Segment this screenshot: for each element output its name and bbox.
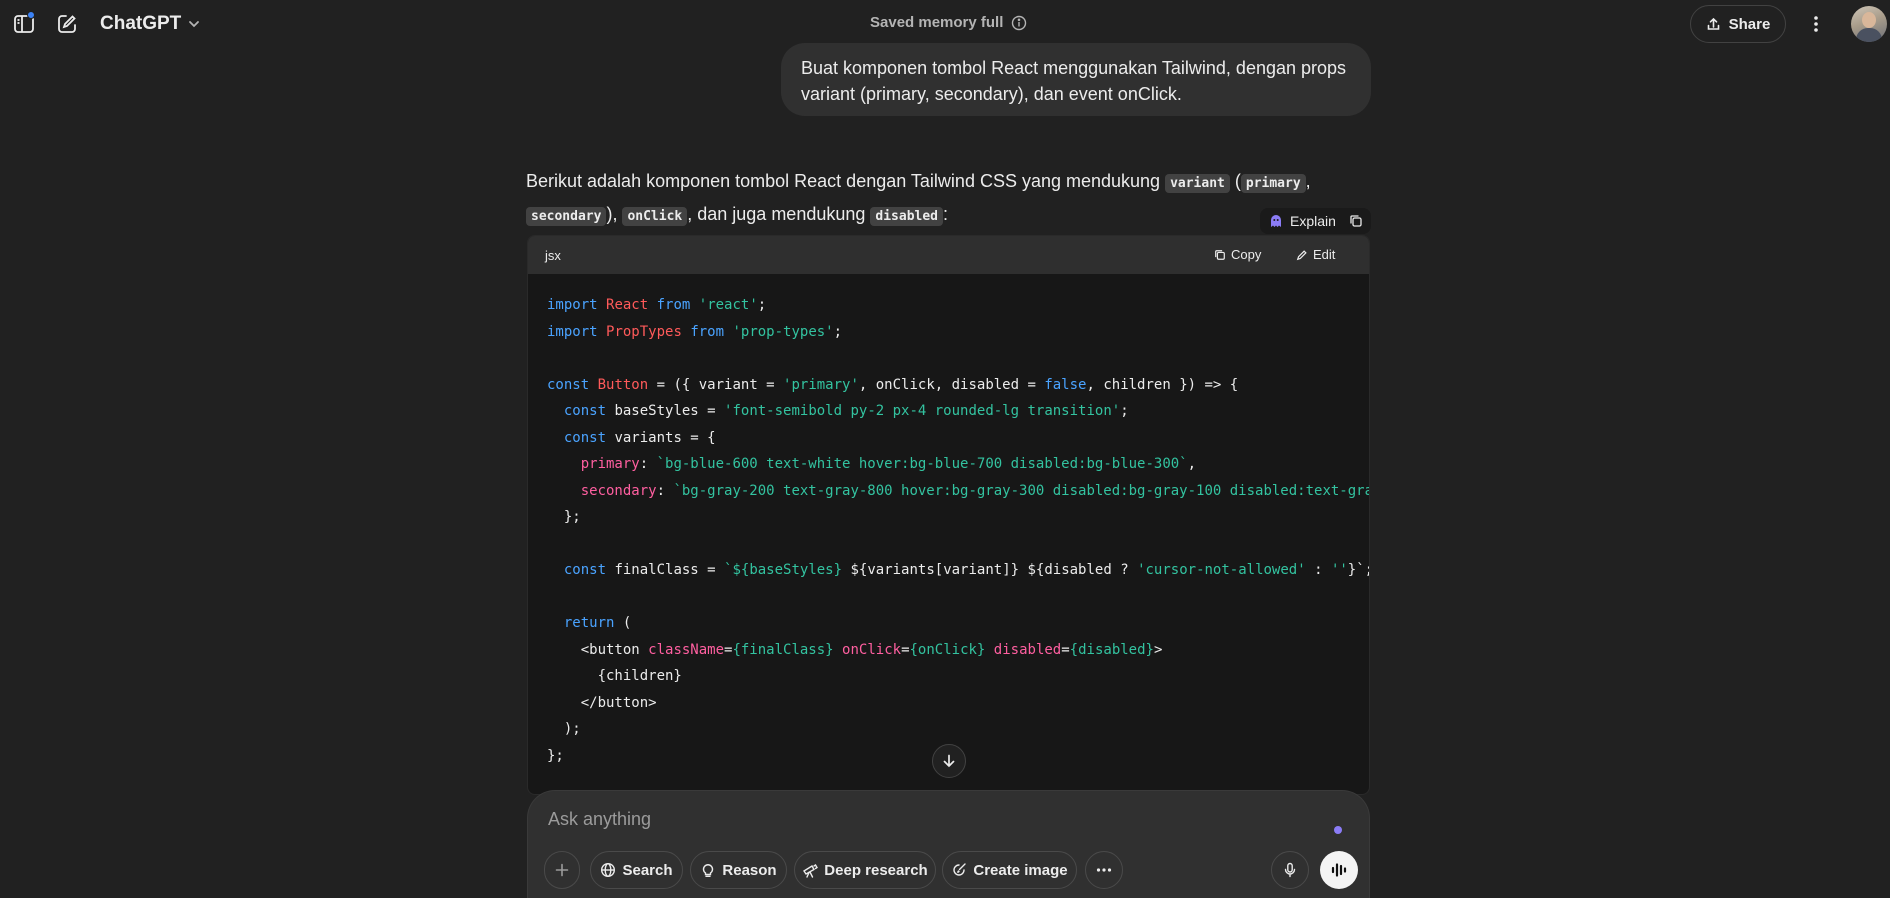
- code-line: import React from 'react';: [547, 297, 767, 313]
- inline-code-variant: variant: [1165, 174, 1230, 193]
- explain-toolbar: Explain: [1260, 208, 1371, 234]
- code-line: <button className={finalClass} onClick={…: [547, 641, 1163, 658]
- code-line: primary: `bg-blue-600 text-white hover:b…: [580, 456, 1197, 472]
- code-line: secondary: `bg-gray-200 text-gray-800 ho…: [580, 482, 1370, 499]
- memory-status[interactable]: Saved memory full: [870, 14, 1027, 31]
- voice-mode-button[interactable]: [1320, 851, 1358, 889]
- edit-code-label: Edit: [1313, 247, 1336, 262]
- explain-button[interactable]: Explain: [1290, 213, 1336, 229]
- lightbulb-icon: [703, 864, 714, 878]
- code-block: jsx Copy Edit import React from 'react';…: [527, 235, 1370, 795]
- code-line: );: [547, 721, 581, 737]
- info-icon: [1012, 15, 1027, 30]
- code-line: const variants = {: [563, 429, 716, 446]
- search-tool-button[interactable]: Search: [590, 851, 683, 889]
- deep-research-tool-label: Deep research: [824, 861, 928, 879]
- inline-code-onclick: onClick: [622, 207, 688, 226]
- copy-code-button[interactable]: Copy: [1214, 247, 1261, 262]
- copy-icon[interactable]: [1349, 214, 1363, 228]
- more-tools-button[interactable]: [1085, 851, 1123, 889]
- scroll-to-bottom-button[interactable]: [932, 744, 966, 778]
- user-message: Buat komponen tombol React menggunakan T…: [781, 43, 1371, 116]
- microphone-icon: [1284, 862, 1296, 878]
- code-line: const finalClass = `${baseStyles} ${vari…: [563, 562, 1369, 578]
- copy-icon: [1215, 249, 1225, 260]
- top-bar: ChatGPT Saved memory full Share: [0, 0, 1890, 48]
- user-message-text: Buat komponen tombol React menggunakan T…: [801, 58, 1347, 104]
- code-line: </button>: [547, 694, 657, 711]
- status-dot: [1334, 826, 1342, 834]
- share-button[interactable]: Share: [1690, 5, 1786, 43]
- code-line: {children}: [547, 668, 682, 684]
- copy-code-label: Copy: [1231, 247, 1262, 262]
- explain-ghost-icon: [1271, 215, 1281, 227]
- composer: Ask anything Search Reason Deep research: [527, 790, 1370, 898]
- more-vertical-icon: [1814, 16, 1818, 32]
- edit-icon: [58, 15, 76, 33]
- search-tool-label: Search: [622, 861, 673, 879]
- more-horizontal-icon: [1096, 868, 1112, 872]
- model-name: ChatGPT: [100, 13, 182, 34]
- inline-code-secondary: secondary: [526, 207, 607, 226]
- avatar[interactable]: [1851, 6, 1887, 42]
- attach-button[interactable]: [544, 851, 580, 889]
- deep-research-tool-button[interactable]: Deep research: [794, 851, 936, 889]
- create-image-tool-label: Create image: [973, 861, 1068, 879]
- create-image-tool-button[interactable]: Create image: [942, 851, 1077, 889]
- edit-code-button[interactable]: Edit: [1296, 247, 1335, 262]
- code-line: const baseStyles = 'font-semibold py-2 p…: [563, 403, 1129, 419]
- inline-code-primary: primary: [1240, 174, 1306, 193]
- share-icon: [1707, 17, 1719, 30]
- reason-tool-label: Reason: [722, 861, 777, 879]
- code-content: import React from 'react'; import PropTyp…: [528, 274, 1370, 769]
- assistant-message-text: Berikut adalah komponen tombol React den…: [526, 171, 1311, 226]
- telescope-icon: [803, 864, 819, 878]
- arrow-down-icon: [943, 754, 955, 768]
- new-chat-button[interactable]: [51, 8, 83, 40]
- model-selector[interactable]: ChatGPT: [100, 12, 201, 36]
- notification-dot: [27, 11, 35, 19]
- code-line: return (: [563, 615, 632, 631]
- code-language-label: jsx: [545, 247, 561, 263]
- pencil-icon: [1296, 249, 1307, 260]
- sidebar-toggle-button[interactable]: [8, 8, 40, 40]
- memory-status-label: Saved memory full: [870, 14, 1004, 31]
- prompt-input[interactable]: Ask anything: [548, 809, 651, 830]
- code-block-header: jsx Copy Edit: [528, 236, 1369, 274]
- dictate-button[interactable]: [1271, 851, 1309, 889]
- code-line: };: [547, 509, 581, 525]
- more-options-button[interactable]: [1800, 8, 1832, 40]
- code-line: import PropTypes from 'prop-types';: [547, 323, 843, 340]
- inline-code-disabled: disabled: [870, 207, 944, 226]
- chevron-down-icon: [189, 21, 200, 28]
- plus-icon: [555, 863, 569, 877]
- globe-icon: [601, 862, 616, 878]
- share-label: Share: [1728, 15, 1771, 33]
- voice-waveform-icon: [1331, 863, 1347, 877]
- reason-tool-button[interactable]: Reason: [690, 851, 787, 889]
- code-line: const Button = ({ variant = 'primary', o…: [547, 376, 1239, 393]
- image-brush-icon: [953, 863, 967, 876]
